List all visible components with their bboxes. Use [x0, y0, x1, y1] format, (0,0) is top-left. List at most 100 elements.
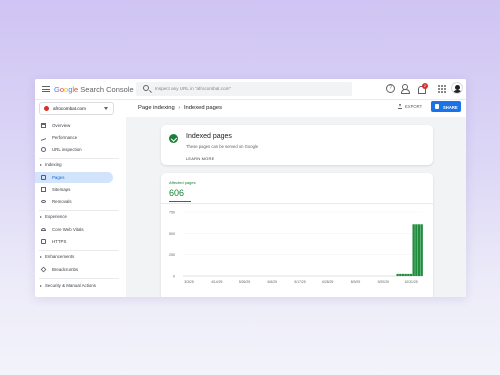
sidebar-item-sitemaps[interactable]: Sitemaps — [35, 184, 113, 195]
x-tick-label: 4/14/25 — [211, 280, 222, 284]
removals-icon — [41, 200, 46, 203]
product-logo[interactable]: Google Search Console — [54, 85, 134, 94]
chart-bar — [404, 273, 407, 276]
sitemaps-icon — [41, 187, 46, 192]
x-tick-label: 3/3/25 — [184, 280, 194, 284]
divider — [161, 203, 433, 204]
y-tick-label: 750 — [169, 211, 175, 215]
affected-pages-value: 606 — [169, 188, 185, 198]
breadcrumb: Page indexing › Indexed pages — [138, 105, 222, 111]
search-icon — [41, 147, 46, 152]
caret-icon — [40, 163, 42, 166]
lock-icon — [435, 104, 439, 109]
search-placeholder: Inspect any URL in "afrocombat.com" — [155, 86, 232, 91]
y-tick-label: 250 — [169, 253, 175, 257]
sidebar-item-removals[interactable]: Removals — [35, 196, 113, 207]
affected-pages-card: Affected pages 606 750 500 250 0 3/3/25 4/14/… — [161, 173, 433, 297]
affected-pages-chart: 750 500 250 0 3/3/25 4/14/25 5/26/25 6/6/25 5/17… — [169, 211, 423, 284]
breadcrumb-separator: › — [178, 105, 181, 111]
affected-pages-label[interactable]: Affected pages — [169, 180, 196, 185]
indexed-pages-card: Indexed pages These pages can be served … — [161, 125, 433, 165]
page-header: Page indexing › Indexed pages EXPORT SHA… — [126, 100, 466, 117]
sidebar-item-overview[interactable]: Overview — [35, 120, 113, 131]
sidebar-item-label: Performance — [52, 135, 78, 140]
sidebar-item-performance[interactable]: Performance — [35, 132, 113, 143]
chart-bar — [420, 224, 423, 276]
section-title: Security & Manual Actions — [45, 283, 97, 288]
section-title: Enhancements — [45, 254, 75, 259]
section-enhancements[interactable]: Enhancements — [40, 254, 74, 259]
sidebar-item-label: Core Web Vitals — [52, 227, 84, 232]
sidebar-item-label: Breadcrumbs — [52, 267, 79, 272]
search-icon — [143, 85, 149, 91]
card-title: Indexed pages — [186, 133, 232, 140]
section-experience[interactable]: Experience — [40, 214, 67, 219]
google-wordmark: Google — [54, 85, 79, 94]
sidebar-item-breadcrumbs[interactable]: Breadcrumbs — [35, 264, 113, 275]
x-tick-label: 10/31/25 — [404, 280, 417, 284]
main-content: Indexed pages These pages can be served … — [126, 117, 466, 297]
x-tick-label: 9/20/25 — [378, 280, 389, 284]
x-tick-label: 8/9/25 — [351, 280, 361, 284]
sidebar-item-pages[interactable]: Pages — [35, 172, 113, 183]
trending-up-icon — [41, 134, 46, 141]
chart-bar — [409, 273, 413, 276]
card-subtitle: These pages can be served on Google — [186, 144, 259, 149]
y-tick-label: 500 — [169, 232, 175, 236]
account-avatar[interactable] — [451, 82, 463, 94]
share-label: SHARE — [443, 104, 458, 110]
learn-more-link[interactable]: LEARN MORE — [186, 156, 214, 161]
sidebar-item-core-web-vitals[interactable]: Core Web Vitals — [35, 224, 113, 235]
chart-bar — [415, 224, 418, 276]
sidebar-item-label: Pages — [52, 175, 65, 180]
sidebar-item-label: Sitemaps — [52, 187, 71, 192]
sidebar: afrocombat.com Overview Performance URL … — [35, 100, 126, 297]
y-tick-label: 0 — [173, 275, 175, 279]
divider — [39, 278, 119, 279]
property-selector[interactable]: afrocombat.com — [39, 102, 114, 115]
export-label: EXPORT — [405, 104, 423, 109]
chart-bar — [412, 224, 415, 276]
menu-icon[interactable] — [42, 86, 50, 92]
export-button[interactable]: EXPORT — [398, 104, 422, 109]
breadcrumb-parent[interactable]: Page indexing — [138, 105, 175, 111]
help-icon[interactable]: ? — [386, 84, 395, 93]
chart-bar — [417, 224, 421, 276]
x-tick-label: 6/28/25 — [322, 280, 333, 284]
pages-icon — [41, 175, 46, 180]
caret-icon — [40, 284, 42, 287]
property-name: afrocombat.com — [53, 106, 86, 111]
x-tick-label: 5/17/25 — [294, 280, 305, 284]
sidebar-item-label: URL inspection — [52, 147, 82, 152]
x-tick-label: 6/6/25 — [268, 280, 278, 284]
sidebar-item-label: Removals — [52, 199, 72, 204]
caret-icon — [40, 215, 42, 218]
section-indexing[interactable]: Indexing — [40, 162, 62, 167]
chart-bar — [399, 273, 402, 276]
chart-bar — [401, 273, 405, 276]
selected-metric-underline — [169, 201, 191, 202]
share-button[interactable]: SHARE — [431, 101, 461, 112]
divider — [39, 250, 119, 251]
sidebar-item-label: HTTPS — [52, 239, 67, 244]
x-tick-label: 5/26/25 — [239, 280, 250, 284]
home-icon — [41, 123, 46, 128]
manage-users-icon[interactable] — [401, 84, 410, 94]
sidebar-item-url-inspection[interactable]: URL inspection — [35, 144, 113, 155]
top-bar: Google Search Console Inspect any URL in… — [35, 79, 466, 100]
notifications-icon[interactable]: 2 — [417, 83, 428, 94]
page-title: Indexed pages — [183, 105, 222, 111]
property-favicon-icon — [44, 106, 49, 111]
section-title: Indexing — [45, 162, 62, 167]
sidebar-item-label: Overview — [52, 123, 71, 128]
apps-grid-icon[interactable] — [437, 84, 446, 93]
sidebar-item-https[interactable]: HTTPS — [35, 236, 113, 247]
chart-bar — [396, 273, 399, 276]
section-security[interactable]: Security & Manual Actions — [40, 283, 96, 288]
notification-badge: 2 — [422, 83, 428, 89]
url-inspection-search[interactable]: Inspect any URL in "afrocombat.com" — [136, 82, 352, 96]
download-icon — [398, 104, 402, 109]
breadcrumbs-icon — [40, 266, 47, 273]
chevron-down-icon — [104, 107, 108, 110]
caret-icon — [40, 255, 42, 258]
